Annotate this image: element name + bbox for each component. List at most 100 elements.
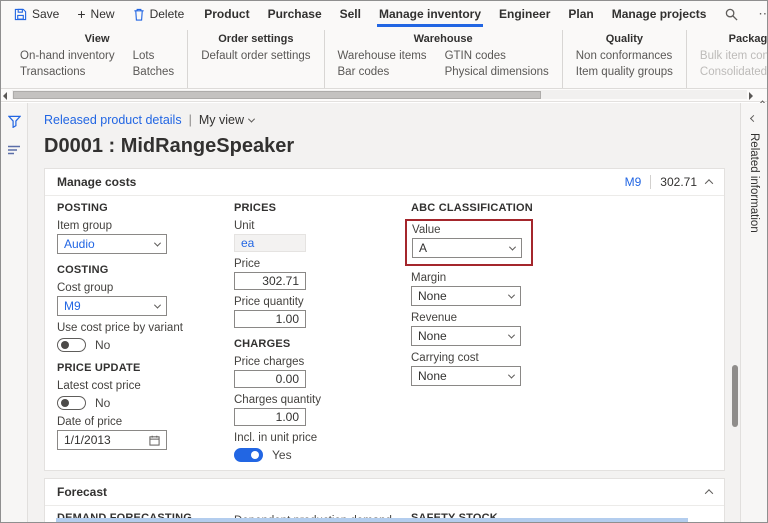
abc-value-label: Value xyxy=(412,224,441,236)
save-label: Save xyxy=(32,7,60,21)
ribbon-group-warehouse: Warehouse Warehouse items Bar codes GTIN… xyxy=(323,30,562,88)
menu-icon[interactable] xyxy=(8,145,20,155)
incl-in-unit-price-toggle[interactable] xyxy=(234,448,263,462)
cost-group-label: Cost group xyxy=(57,282,114,294)
consolidated-on-hand-button: Consolidated on-hand xyxy=(699,66,767,78)
tab-purchase[interactable]: Purchase xyxy=(259,1,331,27)
filter-icon[interactable] xyxy=(7,115,21,128)
forecast-header[interactable]: Forecast xyxy=(45,479,724,506)
gtin-codes-button[interactable]: GTIN codes xyxy=(445,50,549,62)
abc-revenue-dropdown[interactable]: None xyxy=(411,326,521,346)
prices-charges-column: PRICES Unit ea Price 302.71 Price quanti… xyxy=(234,200,411,462)
cost-group-dropdown[interactable]: M9 xyxy=(57,296,167,316)
price-label: Price xyxy=(234,258,261,270)
chevron-down-icon xyxy=(507,291,516,299)
chevron-down-icon xyxy=(508,243,517,251)
breadcrumb: Released product details | My view xyxy=(44,113,730,127)
trash-icon xyxy=(133,8,145,21)
tab-product[interactable]: Product xyxy=(195,1,258,27)
item-quality-groups-button[interactable]: Item quality groups xyxy=(576,66,673,78)
chevron-down-icon xyxy=(507,371,516,379)
plus-icon: + xyxy=(77,6,86,22)
expand-panel-chevron-icon[interactable] xyxy=(749,114,757,123)
price-quantity-input[interactable]: 1.00 xyxy=(234,310,306,328)
search-icon[interactable] xyxy=(715,1,748,27)
ribbon-group-packaging: Packaging Bulk item conversion Consolida… xyxy=(685,30,767,88)
use-cost-price-by-variant-label: Use cost price by variant xyxy=(57,322,183,334)
scroll-right-arrow[interactable] xyxy=(749,92,753,100)
incl-in-unit-price-label: Incl. in unit price xyxy=(234,432,318,444)
highlight-red-box: Value A xyxy=(405,219,533,266)
latest-cost-price-toggle[interactable] xyxy=(57,396,86,410)
use-cost-price-by-variant-toggle[interactable] xyxy=(57,338,86,352)
calendar-icon[interactable] xyxy=(149,435,160,446)
collapse-chevron-icon[interactable] xyxy=(704,489,714,498)
abc-classification-header: ABC CLASSIFICATION xyxy=(411,202,533,214)
tab-manage-inventory[interactable]: Manage inventory xyxy=(370,1,490,27)
breadcrumb-separator: | xyxy=(188,113,192,127)
bulk-item-conversion-button: Bulk item conversion xyxy=(699,50,767,62)
ribbon-group-quality: Quality Non conformances Item quality gr… xyxy=(561,30,686,88)
scroll-left-arrow[interactable] xyxy=(3,92,7,100)
summary-cost-group: M9 xyxy=(624,175,642,189)
app-bar: Save + New Delete Product Purchase Sell … xyxy=(1,1,767,27)
abc-margin-label: Margin xyxy=(411,272,447,284)
costing-header: COSTING xyxy=(57,264,109,276)
content-region: Released product details | My view D0001… xyxy=(1,103,767,522)
new-button[interactable]: + New xyxy=(70,1,121,27)
batches-button[interactable]: Batches xyxy=(133,66,175,78)
tab-engineer[interactable]: Engineer xyxy=(490,1,559,27)
related-information-tab[interactable]: Related information xyxy=(748,133,760,233)
warehouse-items-button[interactable]: Warehouse items xyxy=(338,50,427,62)
default-order-settings-button[interactable]: Default order settings xyxy=(201,50,310,62)
posting-header: POSTING xyxy=(57,202,108,214)
collapse-chevron-icon[interactable] xyxy=(704,179,714,188)
scrollbar-thumb[interactable] xyxy=(13,91,541,99)
latest-cost-price-label: Latest cost price xyxy=(57,380,141,392)
app-window: Save + New Delete Product Purchase Sell … xyxy=(0,0,768,523)
abc-margin-dropdown[interactable]: None xyxy=(411,286,521,306)
abc-revenue-label: Revenue xyxy=(411,312,458,324)
save-button[interactable]: Save xyxy=(7,1,66,27)
my-view-selector[interactable]: My view xyxy=(199,113,256,127)
abc-value-dropdown[interactable]: A xyxy=(412,238,522,258)
more-icon[interactable]: ⋯ xyxy=(758,6,767,22)
chevron-down-icon xyxy=(153,239,162,247)
physical-dimensions-button[interactable]: Physical dimensions xyxy=(445,66,549,78)
item-group-label: Item group xyxy=(57,220,112,232)
charges-quantity-input[interactable]: 1.00 xyxy=(234,408,306,426)
tab-plan[interactable]: Plan xyxy=(559,1,602,27)
delete-label: Delete xyxy=(149,7,185,21)
item-group-dropdown[interactable]: Audio xyxy=(57,234,167,254)
related-information-panel: Related information xyxy=(740,103,767,522)
forecast-section: Forecast DEMAND FORECASTING Forecast ite… xyxy=(44,478,725,522)
ribbon-group-view: View On-hand inventory Transactions Lots… xyxy=(20,33,175,78)
date-of-price-input[interactable]: 1/1/2013 xyxy=(57,430,167,450)
bar-codes-button[interactable]: Bar codes xyxy=(338,66,427,78)
posting-costing-column: POSTING Item group Audio COSTING Cost gr… xyxy=(57,200,234,462)
charges-header: CHARGES xyxy=(234,338,291,350)
new-label: New xyxy=(90,7,115,21)
tab-sell[interactable]: Sell xyxy=(331,1,370,27)
price-charges-label: Price charges xyxy=(234,356,305,368)
price-charges-input[interactable]: 0.00 xyxy=(234,370,306,388)
abc-carrying-cost-label: Carrying cost xyxy=(411,352,479,364)
price-input[interactable]: 302.71 xyxy=(234,272,306,290)
on-hand-inventory-button[interactable]: On-hand inventory xyxy=(20,50,115,62)
manage-costs-section: Manage costs M9 302.71 POSTING Item grou… xyxy=(44,168,725,471)
unit-field: ea xyxy=(234,234,306,252)
manage-costs-header[interactable]: Manage costs M9 302.71 xyxy=(45,169,724,196)
chevron-down-icon xyxy=(153,301,162,309)
delete-button[interactable]: Delete xyxy=(126,1,192,27)
focused-field-edge xyxy=(56,518,688,522)
non-conformances-button[interactable]: Non conformances xyxy=(576,50,673,62)
transactions-button[interactable]: Transactions xyxy=(20,66,115,78)
abc-carrying-cost-dropdown[interactable]: None xyxy=(411,366,521,386)
scrollbar-thumb[interactable] xyxy=(732,365,738,427)
chevron-down-icon xyxy=(247,115,256,123)
released-product-details-link[interactable]: Released product details xyxy=(44,113,182,127)
abc-classification-column: ABC CLASSIFICATION Value A Margin None R… xyxy=(405,200,588,462)
tab-manage-projects[interactable]: Manage projects xyxy=(603,1,716,27)
lots-button[interactable]: Lots xyxy=(133,50,175,62)
appbar-right-icons: ⋯ ∞ 1 × xyxy=(748,1,767,27)
